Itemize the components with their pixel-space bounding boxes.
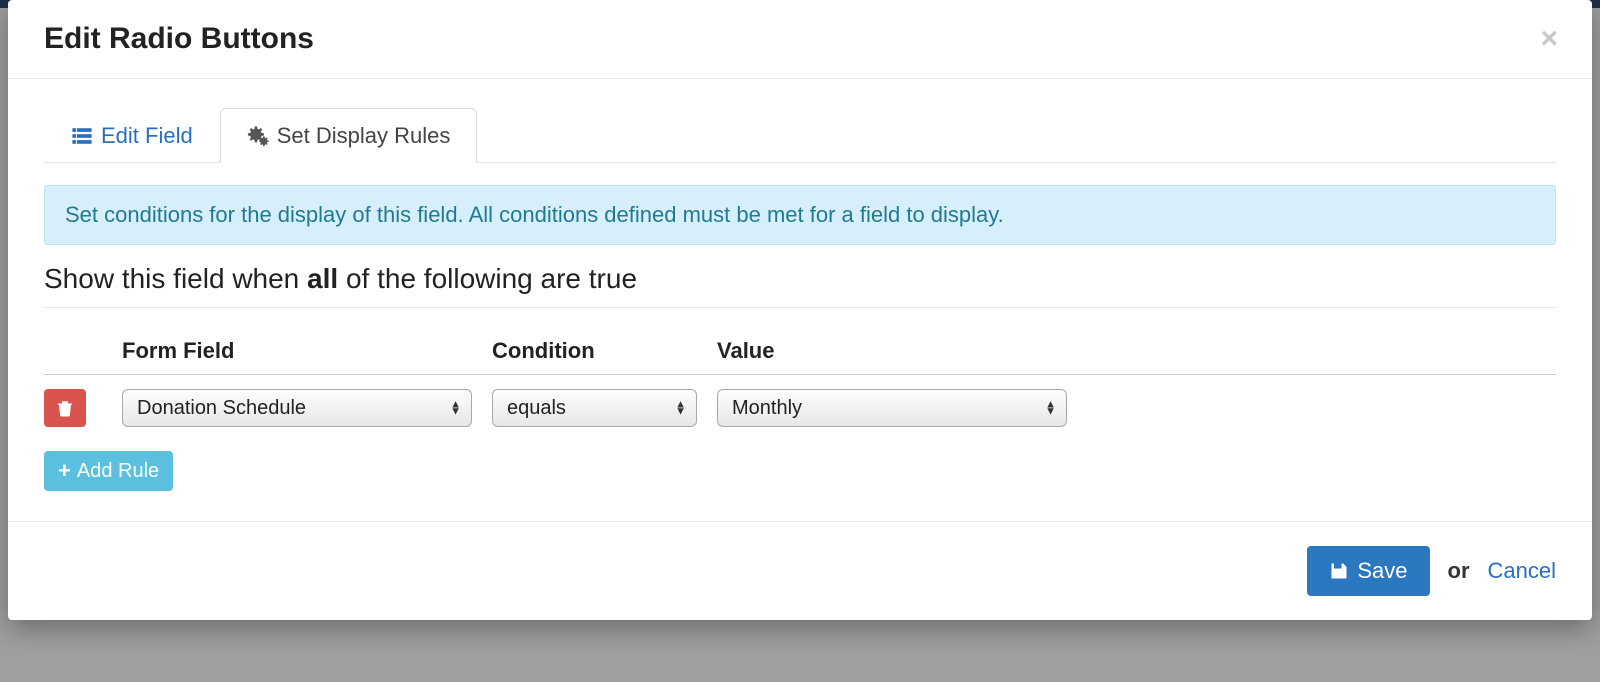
rules-table: Form Field Condition Value Donation Sche… <box>44 338 1556 427</box>
select-value: Donation Schedule <box>137 397 306 420</box>
select-value: equals <box>507 397 566 420</box>
info-banner: Set conditions for the display of this f… <box>44 185 1556 245</box>
add-rule-label: Add Rule <box>77 460 159 483</box>
trash-icon <box>56 398 74 418</box>
gears-icon <box>247 125 269 147</box>
col-form-field: Form Field <box>122 338 492 364</box>
edit-radio-modal: Edit Radio Buttons × Edit Field <box>8 0 1592 620</box>
add-rule-button[interactable]: + Add Rule <box>44 451 173 491</box>
rule-row: Donation Schedule ▲▼ equals ▲▼ Monthly ▲… <box>44 375 1556 427</box>
heading-suffix: of the following are true <box>338 263 637 294</box>
save-icon <box>1329 561 1349 581</box>
section-heading: Show this field when all of the followin… <box>44 263 1556 308</box>
tabs: Edit Field Set Display Rules <box>44 107 1556 163</box>
select-value: Monthly <box>732 397 802 420</box>
list-icon <box>71 125 93 147</box>
value-select[interactable]: Monthly ▲▼ <box>717 389 1067 427</box>
modal-body: Edit Field Set Display Rules Set conditi… <box>8 79 1592 501</box>
tab-edit-field[interactable]: Edit Field <box>44 108 220 163</box>
col-value: Value <box>717 338 1087 364</box>
modal-title: Edit Radio Buttons <box>44 22 314 56</box>
modal-header: Edit Radio Buttons × <box>8 0 1592 79</box>
save-button[interactable]: Save <box>1307 546 1429 596</box>
save-label: Save <box>1357 558 1407 584</box>
heading-prefix: Show this field when <box>44 263 307 294</box>
modal-footer: Save or Cancel <box>8 521 1592 620</box>
sort-icon: ▲▼ <box>1045 401 1056 414</box>
form-field-select[interactable]: Donation Schedule ▲▼ <box>122 389 472 427</box>
tab-set-display-rules[interactable]: Set Display Rules <box>220 108 478 163</box>
condition-select[interactable]: equals ▲▼ <box>492 389 697 427</box>
delete-rule-button[interactable] <box>44 389 86 427</box>
rules-header-row: Form Field Condition Value <box>44 338 1556 375</box>
sort-icon: ▲▼ <box>450 401 461 414</box>
heading-emphasis: all <box>307 263 338 294</box>
plus-icon: + <box>58 458 71 484</box>
cancel-link[interactable]: Cancel <box>1488 558 1556 584</box>
close-icon[interactable]: × <box>1534 24 1564 54</box>
tab-label: Edit Field <box>101 123 193 149</box>
tab-label: Set Display Rules <box>277 123 451 149</box>
col-condition: Condition <box>492 338 717 364</box>
or-text: or <box>1448 558 1470 584</box>
sort-icon: ▲▼ <box>675 401 686 414</box>
